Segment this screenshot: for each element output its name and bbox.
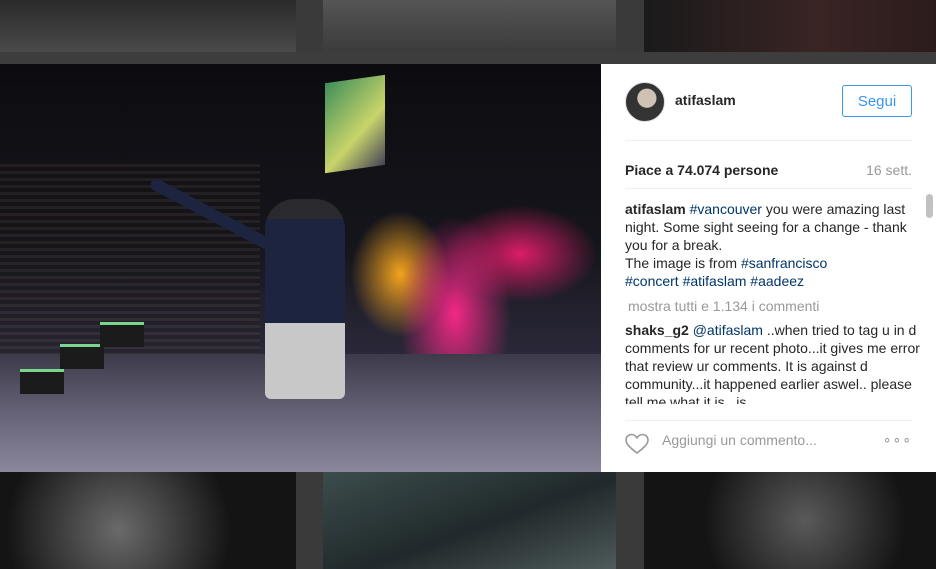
hashtag-link[interactable]: #concert — [625, 273, 679, 289]
likes-count[interactable]: Piace a 74.074 persone — [625, 162, 778, 178]
post-modal: atifaslam Segui Piace a 74.074 persone 1… — [0, 64, 936, 472]
post-time[interactable]: 16 sett. — [866, 162, 912, 178]
grid-thumbnail[interactable] — [323, 472, 616, 569]
caption: atifaslam #vancouver you were amazing la… — [625, 200, 920, 290]
hashtag-link[interactable]: #vancouver — [690, 201, 762, 217]
heart-icon[interactable] — [625, 433, 649, 455]
avatar[interactable] — [625, 82, 665, 122]
photo-speaker — [60, 344, 104, 369]
grid-thumbnail[interactable] — [323, 0, 616, 52]
photo-performer — [265, 199, 345, 399]
hashtag-link[interactable]: #aadeez — [750, 273, 804, 289]
hashtag-link[interactable]: #sanfrancisco — [741, 255, 827, 271]
comment-mention[interactable]: @atifaslam — [693, 322, 763, 338]
caption-username[interactable]: atifaslam — [625, 201, 686, 217]
comment-username[interactable]: shaks_g2 — [625, 322, 689, 338]
grid-thumbnail[interactable] — [644, 0, 936, 52]
post-username[interactable]: atifaslam — [675, 92, 736, 108]
grid-thumbnail[interactable] — [644, 472, 936, 569]
follow-button[interactable]: Segui — [842, 85, 912, 117]
divider — [625, 188, 912, 189]
post-side-panel: atifaslam Segui Piace a 74.074 persone 1… — [601, 64, 936, 472]
comments-scrollbar[interactable] — [926, 194, 933, 218]
grid-thumbnail[interactable] — [0, 472, 296, 569]
more-options-icon[interactable]: ∘∘∘ — [883, 431, 912, 448]
post-header: atifaslam Segui — [625, 64, 912, 141]
photo-speaker — [100, 322, 144, 347]
add-comment-input[interactable] — [660, 431, 904, 449]
caption-segment: The image is from — [625, 255, 741, 271]
photo-crowd — [0, 164, 260, 384]
post-actions: ∘∘∘ — [625, 420, 912, 461]
photo-speaker — [20, 369, 64, 394]
comment: shaks_g2 @atifaslam ..when tried to tag … — [625, 321, 920, 404]
overlay-backdrop[interactable] — [0, 52, 936, 64]
load-more-comments[interactable]: mostra tutti e 1.134 i commenti — [628, 297, 920, 315]
photo-screen — [325, 74, 385, 174]
post-photo[interactable] — [0, 64, 601, 472]
comments-list[interactable]: atifaslam #vancouver you were amazing la… — [625, 200, 920, 404]
grid-thumbnail[interactable] — [0, 0, 296, 52]
hashtag-link[interactable]: #atifaslam — [683, 273, 747, 289]
